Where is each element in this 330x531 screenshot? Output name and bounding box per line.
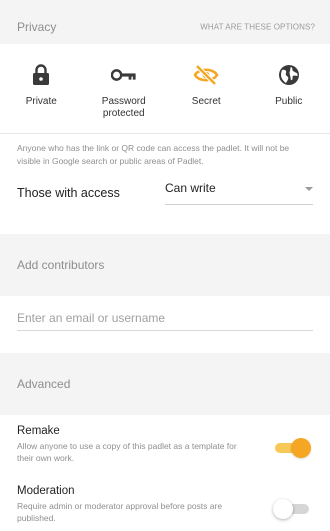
privacy-options: Private Password protected Secret Public: [0, 44, 330, 134]
key-icon: [110, 62, 137, 88]
privacy-option-public[interactable]: Public: [248, 44, 330, 133]
access-row: Those with access Can write: [0, 178, 330, 234]
access-label: Those with access: [17, 186, 120, 200]
moderation-description: Require admin or moderator approval befo…: [17, 501, 223, 523]
privacy-option-label: Secret: [191, 96, 221, 107]
contributors-title: Add contributors: [17, 258, 105, 272]
moderation-title: Moderation: [17, 485, 75, 497]
privacy-option-password[interactable]: Password protected: [83, 44, 166, 133]
advanced-section-header: Advanced: [0, 353, 330, 415]
remake-setting: Remake Allow anyone to use a copy of thi…: [0, 415, 330, 475]
privacy-option-label: Password protected: [101, 96, 146, 119]
contributors-section-header: Add contributors: [0, 234, 330, 296]
access-dropdown-value: Can write: [165, 181, 216, 195]
toggle-knob: [291, 438, 311, 458]
advanced-title: Advanced: [17, 377, 71, 391]
privacy-title: Privacy: [17, 20, 57, 34]
privacy-option-secret[interactable]: Secret: [165, 44, 248, 133]
globe-icon: [276, 62, 302, 88]
remake-description: Allow anyone to use a copy of this padle…: [17, 441, 237, 463]
privacy-description: Anyone who has the link or QR code can a…: [17, 143, 290, 166]
privacy-option-private[interactable]: Private: [0, 44, 83, 133]
remake-title: Remake: [17, 425, 60, 437]
privacy-section-header: Privacy WHAT ARE THESE OPTIONS?: [0, 0, 330, 44]
access-dropdown[interactable]: Can write: [165, 181, 313, 205]
what-are-these-options-link[interactable]: WHAT ARE THESE OPTIONS?: [200, 23, 315, 32]
lock-icon: [28, 62, 54, 88]
moderation-toggle[interactable]: [273, 499, 311, 519]
remake-toggle[interactable]: [273, 438, 311, 458]
contributor-search-input[interactable]: [17, 305, 313, 331]
toggle-knob: [273, 499, 293, 519]
privacy-option-label: Public: [275, 96, 303, 107]
privacy-option-label: Private: [25, 96, 57, 107]
moderation-setting: Moderation Require admin or moderator ap…: [0, 475, 330, 531]
contributor-input-row: [0, 296, 330, 353]
chevron-down-icon: [305, 187, 313, 191]
eye-off-icon: [193, 62, 219, 88]
